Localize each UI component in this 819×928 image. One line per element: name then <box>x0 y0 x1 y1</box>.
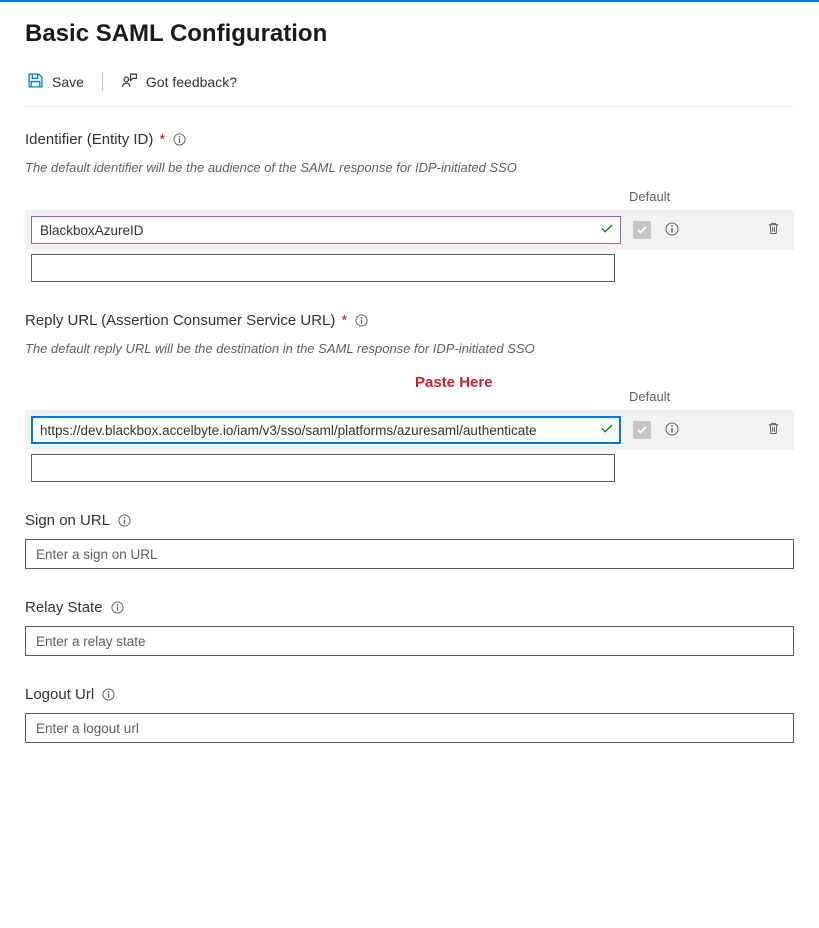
info-icon[interactable] <box>102 688 115 701</box>
logout-input[interactable] <box>25 713 794 743</box>
save-icon <box>27 72 44 92</box>
replyurl-add-input[interactable] <box>31 454 615 482</box>
signon-label: Sign on URL <box>25 512 794 529</box>
logout-label-text: Logout Url <box>25 686 94 703</box>
relay-label: Relay State <box>25 599 794 616</box>
info-icon[interactable] <box>665 422 679 436</box>
replyurl-label-text: Reply URL (Assertion Consumer Service UR… <box>25 312 335 329</box>
feedback-label: Got feedback? <box>146 74 237 90</box>
info-icon[interactable] <box>111 601 124 614</box>
save-label: Save <box>52 74 84 90</box>
signon-input[interactable] <box>25 539 794 569</box>
identifier-default-header-row: Default <box>25 189 794 210</box>
save-button[interactable]: Save <box>25 68 86 96</box>
signon-label-text: Sign on URL <box>25 512 110 529</box>
identifier-input[interactable] <box>31 216 621 244</box>
relay-label-text: Relay State <box>25 599 103 616</box>
toolbar: Save Got feedback? <box>25 62 794 107</box>
identifier-label: Identifier (Entity ID) * <box>25 131 794 148</box>
identifier-description: The default identifier will be the audie… <box>25 160 794 175</box>
feedback-button[interactable]: Got feedback? <box>119 68 239 96</box>
identifier-default-checkbox[interactable] <box>633 221 651 239</box>
toolbar-separator <box>102 73 103 91</box>
replyurl-input[interactable] <box>31 416 621 444</box>
identifier-input-wrap <box>31 216 621 244</box>
identifier-label-text: Identifier (Entity ID) <box>25 131 153 148</box>
replyurl-default-checkbox[interactable] <box>633 421 651 439</box>
required-mark: * <box>341 312 347 329</box>
default-column-header: Default <box>629 389 670 404</box>
identifier-row <box>25 210 794 250</box>
logout-label: Logout Url <box>25 686 794 703</box>
info-icon[interactable] <box>355 314 368 327</box>
delete-icon[interactable] <box>766 421 781 436</box>
replyurl-section: Reply URL (Assertion Consumer Service UR… <box>25 312 794 482</box>
identifier-section: Identifier (Entity ID) * The default ide… <box>25 131 794 282</box>
identifier-add-row <box>25 254 794 282</box>
signon-section: Sign on URL <box>25 512 794 569</box>
info-icon[interactable] <box>118 514 131 527</box>
replyurl-label: Reply URL (Assertion Consumer Service UR… <box>25 312 794 329</box>
relay-section: Relay State <box>25 599 794 656</box>
replyurl-description: The default reply URL will be the destin… <box>25 341 794 356</box>
replyurl-row <box>25 410 794 450</box>
identifier-add-input[interactable] <box>31 254 615 282</box>
replyurl-default-header-row: Default <box>25 389 794 410</box>
logout-section: Logout Url <box>25 686 794 743</box>
required-mark: * <box>159 131 165 148</box>
delete-icon[interactable] <box>766 221 781 236</box>
person-feedback-icon <box>121 72 138 92</box>
relay-input[interactable] <box>25 626 794 656</box>
default-column-header: Default <box>629 189 670 204</box>
page-title: Basic SAML Configuration <box>25 2 794 62</box>
info-icon[interactable] <box>665 222 679 236</box>
info-icon[interactable] <box>173 133 186 146</box>
replyurl-add-row <box>25 454 794 482</box>
replyurl-input-wrap <box>31 416 621 444</box>
